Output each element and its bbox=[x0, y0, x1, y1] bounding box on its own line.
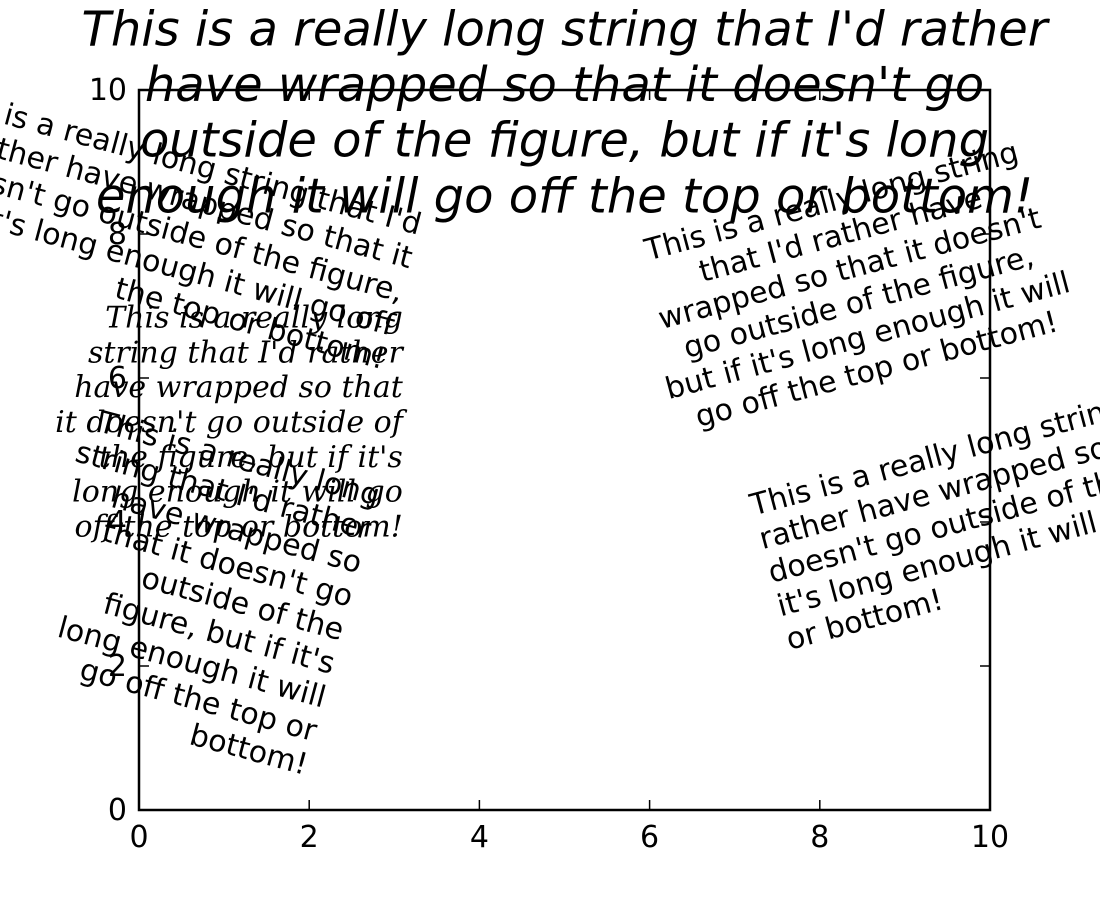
x-tick-label: 2 bbox=[300, 820, 319, 855]
y-tick-label: 10 bbox=[89, 73, 127, 108]
x-tick-label: 10 bbox=[971, 820, 1009, 855]
x-tick-label: 8 bbox=[810, 820, 829, 855]
y-tick-label: 0 bbox=[108, 793, 127, 828]
annotation-line: have wrapped so that bbox=[74, 370, 404, 405]
x-tick-label: 0 bbox=[129, 820, 148, 855]
chart-canvas: 0 2 4 6 8 100246810 This is a really long str… bbox=[0, 0, 1100, 900]
x-tick-label: 6 bbox=[640, 820, 659, 855]
annotation-line: This is a really long bbox=[105, 301, 403, 336]
x-tick-label: 4 bbox=[470, 820, 489, 855]
annotation-line: string that I'd rather bbox=[88, 335, 404, 370]
annotation-line: outside of the figure, but if it's long bbox=[140, 113, 989, 169]
annotation-line: have wrapped so that it doesn't go bbox=[145, 57, 984, 113]
annotation-line: This is a really long string that I'd ra… bbox=[82, 1, 1051, 57]
